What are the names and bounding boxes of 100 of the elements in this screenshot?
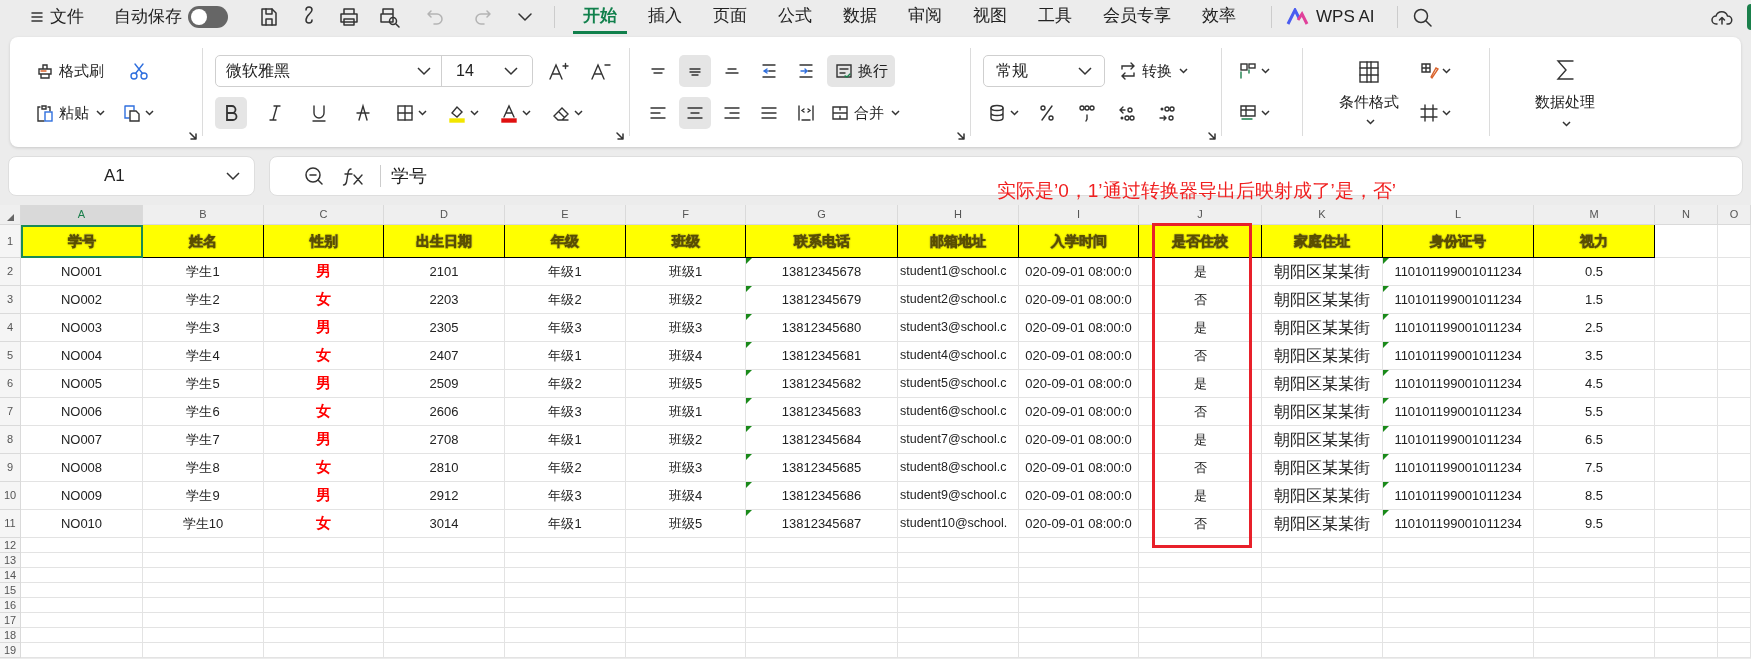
error-indicator-icon[interactable] <box>1383 454 1389 460</box>
row-number[interactable]: 13 <box>0 553 21 568</box>
error-indicator-icon[interactable] <box>1383 398 1389 404</box>
error-indicator-icon[interactable] <box>746 286 752 292</box>
empty-cell[interactable] <box>746 583 898 598</box>
empty-cell[interactable] <box>626 598 746 613</box>
row-number[interactable]: 7 <box>0 398 21 426</box>
conditional-format-button[interactable]: 条件格式 <box>1337 58 1401 126</box>
empty-cell[interactable] <box>1718 568 1751 583</box>
empty-cell[interactable] <box>1655 370 1718 398</box>
autosave-toggle[interactable] <box>188 6 228 28</box>
empty-cell[interactable] <box>1718 398 1751 426</box>
empty-cell[interactable] <box>746 538 898 553</box>
empty-cell[interactable] <box>1718 553 1751 568</box>
empty-cell[interactable] <box>898 598 1019 613</box>
file-menu[interactable]: 文件 <box>50 4 84 30</box>
error-indicator-icon[interactable] <box>1383 426 1389 432</box>
column-header[interactable]: O <box>1718 205 1751 225</box>
column-header[interactable]: L <box>1383 205 1534 225</box>
column-header[interactable]: E <box>505 205 626 225</box>
empty-cell[interactable] <box>1139 538 1262 553</box>
empty-cell[interactable] <box>1019 613 1139 628</box>
empty-cell[interactable] <box>746 643 898 658</box>
row-number[interactable]: 9 <box>0 454 21 482</box>
empty-cell[interactable] <box>1534 598 1655 613</box>
empty-cell[interactable] <box>1718 314 1751 342</box>
row-number[interactable]: 10 <box>0 482 21 510</box>
empty-cell[interactable] <box>1718 286 1751 314</box>
empty-cell[interactable] <box>143 643 264 658</box>
empty-cell[interactable] <box>1139 553 1262 568</box>
row-number[interactable]: 11 <box>0 510 21 538</box>
ribbon-tab[interactable]: 工具 <box>1028 0 1082 34</box>
name-box[interactable]: A1 <box>8 156 255 196</box>
empty-cell[interactable] <box>384 643 505 658</box>
ribbon-tab[interactable]: 公式 <box>768 0 822 34</box>
empty-cell[interactable] <box>1718 538 1751 553</box>
empty-cell[interactable] <box>143 553 264 568</box>
empty-cell[interactable] <box>746 598 898 613</box>
empty-cell[interactable] <box>505 538 626 553</box>
empty-cell[interactable] <box>1139 613 1262 628</box>
empty-cell[interactable] <box>1262 598 1383 613</box>
empty-cell[interactable] <box>626 643 746 658</box>
error-indicator-icon[interactable] <box>1383 342 1389 348</box>
empty-cell[interactable] <box>746 613 898 628</box>
empty-cell[interactable] <box>505 568 626 583</box>
empty-cell[interactable] <box>1655 598 1718 613</box>
row-number[interactable]: 19 <box>0 643 21 658</box>
empty-cell[interactable] <box>264 643 384 658</box>
select-all-icon[interactable] <box>6 214 14 221</box>
chevron-down-icon[interactable] <box>518 12 532 22</box>
empty-cell[interactable] <box>1019 553 1139 568</box>
empty-cell[interactable] <box>626 553 746 568</box>
row-number[interactable]: 5 <box>0 342 21 370</box>
empty-cell[interactable] <box>1718 482 1751 510</box>
column-header[interactable]: J <box>1139 205 1262 225</box>
empty-cell[interactable] <box>143 583 264 598</box>
empty-cell[interactable] <box>746 568 898 583</box>
row-number[interactable]: 14 <box>0 568 21 583</box>
ribbon-tab[interactable]: 会员专享 <box>1093 0 1181 34</box>
ribbon-tab[interactable]: 审阅 <box>898 0 952 34</box>
empty-cell[interactable] <box>898 538 1019 553</box>
empty-cell[interactable] <box>1383 613 1534 628</box>
empty-cell[interactable] <box>1262 643 1383 658</box>
empty-cell[interactable] <box>1019 598 1139 613</box>
empty-cell[interactable] <box>1534 613 1655 628</box>
empty-cell[interactable] <box>1534 538 1655 553</box>
error-indicator-icon[interactable] <box>1383 510 1389 516</box>
font-name-dropdown[interactable]: 微软雅黑 <box>216 56 442 86</box>
empty-cell[interactable] <box>264 553 384 568</box>
empty-cell[interactable] <box>1534 583 1655 598</box>
empty-cell[interactable] <box>1139 628 1262 643</box>
ribbon-tab[interactable]: 数据 <box>833 0 887 34</box>
empty-cell[interactable] <box>1718 370 1751 398</box>
empty-cell[interactable] <box>1655 510 1718 538</box>
error-indicator-icon[interactable] <box>746 398 752 404</box>
empty-cell[interactable] <box>898 583 1019 598</box>
column-header[interactable]: M <box>1534 205 1655 225</box>
empty-cell[interactable] <box>626 538 746 553</box>
empty-cell[interactable] <box>1655 538 1718 553</box>
error-indicator-icon[interactable] <box>746 454 752 460</box>
row-number[interactable]: 1 <box>0 225 21 258</box>
empty-cell[interactable] <box>505 583 626 598</box>
column-header[interactable]: B <box>143 205 264 225</box>
paste-button[interactable]: 粘贴 <box>32 97 108 129</box>
empty-cell[interactable] <box>384 538 505 553</box>
empty-cell[interactable] <box>1655 628 1718 643</box>
save-icon[interactable] <box>258 6 280 28</box>
empty-cell[interactable] <box>1383 538 1534 553</box>
empty-cell[interactable] <box>1139 583 1262 598</box>
empty-cell[interactable] <box>1139 598 1262 613</box>
empty-cell[interactable] <box>1718 628 1751 643</box>
bold-button[interactable] <box>215 97 247 129</box>
number-format-dropdown[interactable]: 常规 <box>983 55 1105 87</box>
empty-cell[interactable] <box>143 598 264 613</box>
dialog-launcher-icon[interactable] <box>957 132 966 141</box>
error-indicator-icon[interactable] <box>746 314 752 320</box>
empty-cell[interactable] <box>1655 583 1718 598</box>
row-number[interactable]: 8 <box>0 426 21 454</box>
error-indicator-icon[interactable] <box>1383 370 1389 376</box>
empty-cell[interactable] <box>1718 225 1751 258</box>
